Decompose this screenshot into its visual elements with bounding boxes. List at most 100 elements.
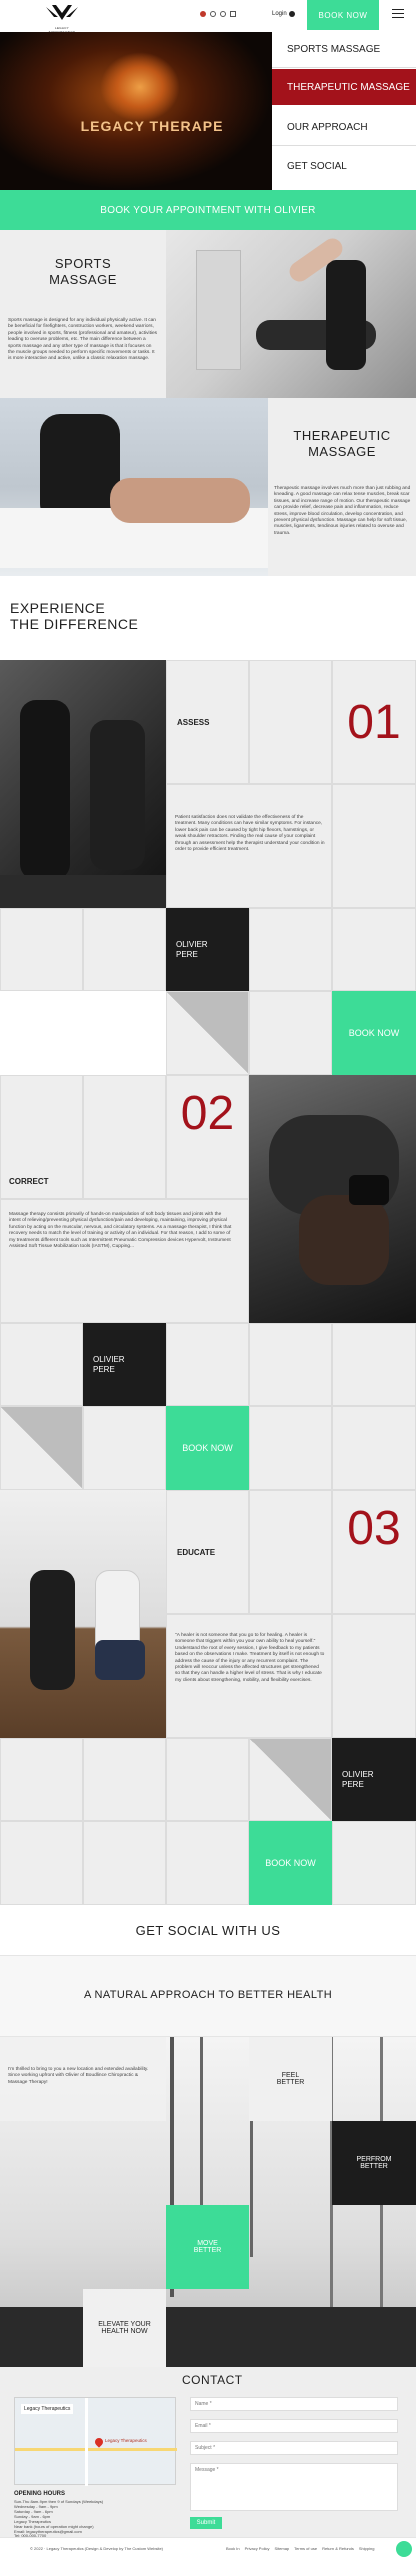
elevate-health-tile[interactable]: ELEVATE YOUR HEALTH NOW — [83, 2289, 166, 2367]
step-number-01: 01 — [332, 660, 416, 784]
therapeutic-body: Therapeutic massage involves much more t… — [274, 486, 411, 536]
submit-label: Submit — [196, 2520, 216, 2526]
book-now-header-button[interactable]: BOOK NOW — [307, 0, 379, 30]
get-social-title: GET SOCIAL WITH US — [135, 1922, 281, 1938]
user-icon — [288, 11, 295, 17]
message-field[interactable]: Message * — [190, 2463, 398, 2511]
name-line2: PERE — [176, 949, 198, 959]
triangle-tile — [166, 991, 249, 1075]
grid-cell — [166, 1323, 249, 1406]
natural-text-cell: I'm thrilled to bring to you a new locat… — [0, 2037, 166, 2121]
book-now-button-2[interactable]: BOOK NOW — [166, 1406, 249, 1490]
therapeutic-title-line2: MASSAGE — [308, 444, 376, 459]
email-field[interactable]: Email * — [190, 2419, 398, 2433]
hamburger-menu-icon[interactable] — [392, 9, 404, 19]
nav-label: SPORTS MASSAGE — [287, 44, 381, 55]
wings-logo-icon — [46, 5, 78, 20]
grid-cell — [83, 1821, 166, 1905]
therapeutic-text-block: THERAPEUTIC MASSAGE Therapeutic massage … — [268, 398, 416, 576]
move-better-tile[interactable]: MOVE BETTER — [166, 2205, 249, 2289]
assess-body-cell: Patient satisfaction does not validate t… — [166, 784, 332, 908]
nav-menu: SPORTS MASSAGE THERAPEUTIC MASSAGE OUR A… — [272, 32, 416, 190]
olivier-pere-tile-1[interactable]: OLIVIER PERE — [166, 908, 249, 991]
step-number-03: 03 — [332, 1490, 416, 1614]
logo[interactable]: LEGACY THERAPEUTICS — [42, 3, 82, 34]
footer-link[interactable]: Shipping — [359, 2546, 375, 2551]
youtube-icon[interactable] — [200, 11, 206, 17]
grid-cell — [166, 1738, 249, 1821]
name-line2: PERE — [93, 1364, 115, 1374]
book-now-label: BOOK NOW — [348, 1028, 400, 1038]
map[interactable]: Legacy Therapeutics Legacy Therapeutics — [14, 2397, 177, 2486]
book-appointment-banner[interactable]: BOOK YOUR APPOINTMENT WITH OLIVIER — [0, 190, 416, 230]
grid-cell — [332, 1323, 416, 1406]
therapeutic-title: THERAPEUTIC MASSAGE — [268, 428, 416, 460]
book-now-header-label: BOOK NOW — [318, 10, 368, 20]
grid-cell — [0, 1738, 83, 1821]
hero-logo-word: LEGACY THERAPE — [80, 118, 224, 134]
map-label: Legacy Therapeutics — [21, 2404, 74, 2414]
correct-label: CORRECT — [9, 1177, 49, 1186]
submit-button[interactable]: Submit — [190, 2517, 222, 2529]
olivier-pere-tile-3[interactable]: OLIVIER PERE — [332, 1738, 416, 1821]
perform-better-label: PERFROM BETTER — [356, 2156, 392, 2170]
footer-link[interactable]: Privacy Policy — [245, 2546, 270, 2551]
book-now-button-3[interactable]: BOOK NOW — [249, 1821, 332, 1905]
nav-item-get-social[interactable]: GET SOCIAL — [272, 148, 416, 184]
natural-approach-heading: A NATURAL APPROACH TO BETTER HEALTH — [0, 1980, 416, 2010]
opening-hours-title: OPENING HOURS — [14, 2491, 66, 2497]
olivier-pere-tile-2[interactable]: OLIVIER PERE — [83, 1323, 166, 1406]
assess-label: ASSESS — [177, 717, 210, 727]
login-link[interactable]: Login — [272, 11, 295, 17]
chat-widget-icon[interactable] — [396, 2541, 412, 2557]
subject-field[interactable]: Subject * — [190, 2441, 398, 2455]
step-number-02: 02 — [166, 1075, 249, 1199]
correct-label-cell: CORRECT — [0, 1075, 83, 1199]
footer-link[interactable]: Return & Refunds — [322, 2546, 354, 2551]
triangle-tile — [249, 1738, 332, 1821]
instagram-icon[interactable] — [210, 11, 216, 17]
map-pin-icon — [93, 2436, 105, 2448]
educate-body-cell: "A healer is not someone that you go to … — [166, 1614, 332, 1738]
experience-heading: EXPERIENCE THE DIFFERENCE — [10, 600, 138, 632]
number-02: 02 — [180, 1087, 235, 1140]
move-better-label: MOVE BETTER — [193, 2240, 222, 2254]
grid-cell — [83, 1738, 166, 1821]
feel-better-label: FEEL BETTER — [276, 2072, 305, 2086]
assess-photo — [0, 660, 166, 908]
name-field[interactable]: Name * — [190, 2397, 398, 2411]
educate-body: "A healer is not someone that you go to … — [175, 1633, 325, 1683]
nav-item-sports-massage[interactable]: SPORTS MASSAGE — [272, 32, 416, 68]
grid-cell — [83, 1075, 166, 1199]
grid-cell — [249, 1406, 332, 1490]
footer-link[interactable]: Book In — [226, 2546, 240, 2551]
opening-hours-list: Sun-Thu 8am-9pm then 9 of Sundays (Weekd… — [14, 2499, 184, 2534]
number-03: 03 — [347, 1502, 401, 1555]
book-now-button-1[interactable]: BOOK NOW — [332, 991, 416, 1075]
nav-label: GET SOCIAL — [287, 160, 347, 172]
facebook-icon[interactable] — [220, 11, 226, 17]
contact-form: Name * Email * Subject * Message * Submi… — [190, 2397, 398, 2529]
number-01: 01 — [347, 695, 401, 749]
grid-cell — [0, 908, 83, 991]
footer-link[interactable]: Terms of use — [294, 2546, 317, 2551]
educate-photo — [0, 1490, 166, 1738]
login-label: Login — [272, 11, 287, 17]
feel-better-tile[interactable]: FEEL BETTER — [249, 2037, 332, 2121]
therapeutic-massage-photo — [0, 398, 268, 576]
map-pin-label: Legacy Therapeutics — [105, 2438, 147, 2443]
experience-line2: THE DIFFERENCE — [10, 616, 139, 632]
book-now-label: BOOK NOW — [265, 1858, 316, 1868]
copyright: © 2022 · Legacy Therapeutics (Design & D… — [30, 2546, 164, 2551]
grid-cell — [332, 908, 416, 991]
correct-body-cell: Massage therapy consists primarily of ha… — [0, 1199, 249, 1323]
grid-cell — [332, 1406, 416, 1490]
footer-links: Book In Privacy Policy Sitemap Terms of … — [226, 2546, 374, 2551]
nav-item-therapeutic-massage[interactable]: THERAPEUTIC MASSAGE — [272, 69, 416, 105]
cart-icon[interactable] — [230, 11, 236, 17]
elevate-health-label: ELEVATE YOUR HEALTH NOW — [98, 2321, 151, 2335]
footer-link[interactable]: Sitemap — [274, 2546, 289, 2551]
nav-item-our-approach[interactable]: OUR APPROACH — [272, 110, 416, 146]
perform-better-tile[interactable]: PERFROM BETTER — [332, 2121, 416, 2205]
grid-cell — [83, 908, 166, 991]
